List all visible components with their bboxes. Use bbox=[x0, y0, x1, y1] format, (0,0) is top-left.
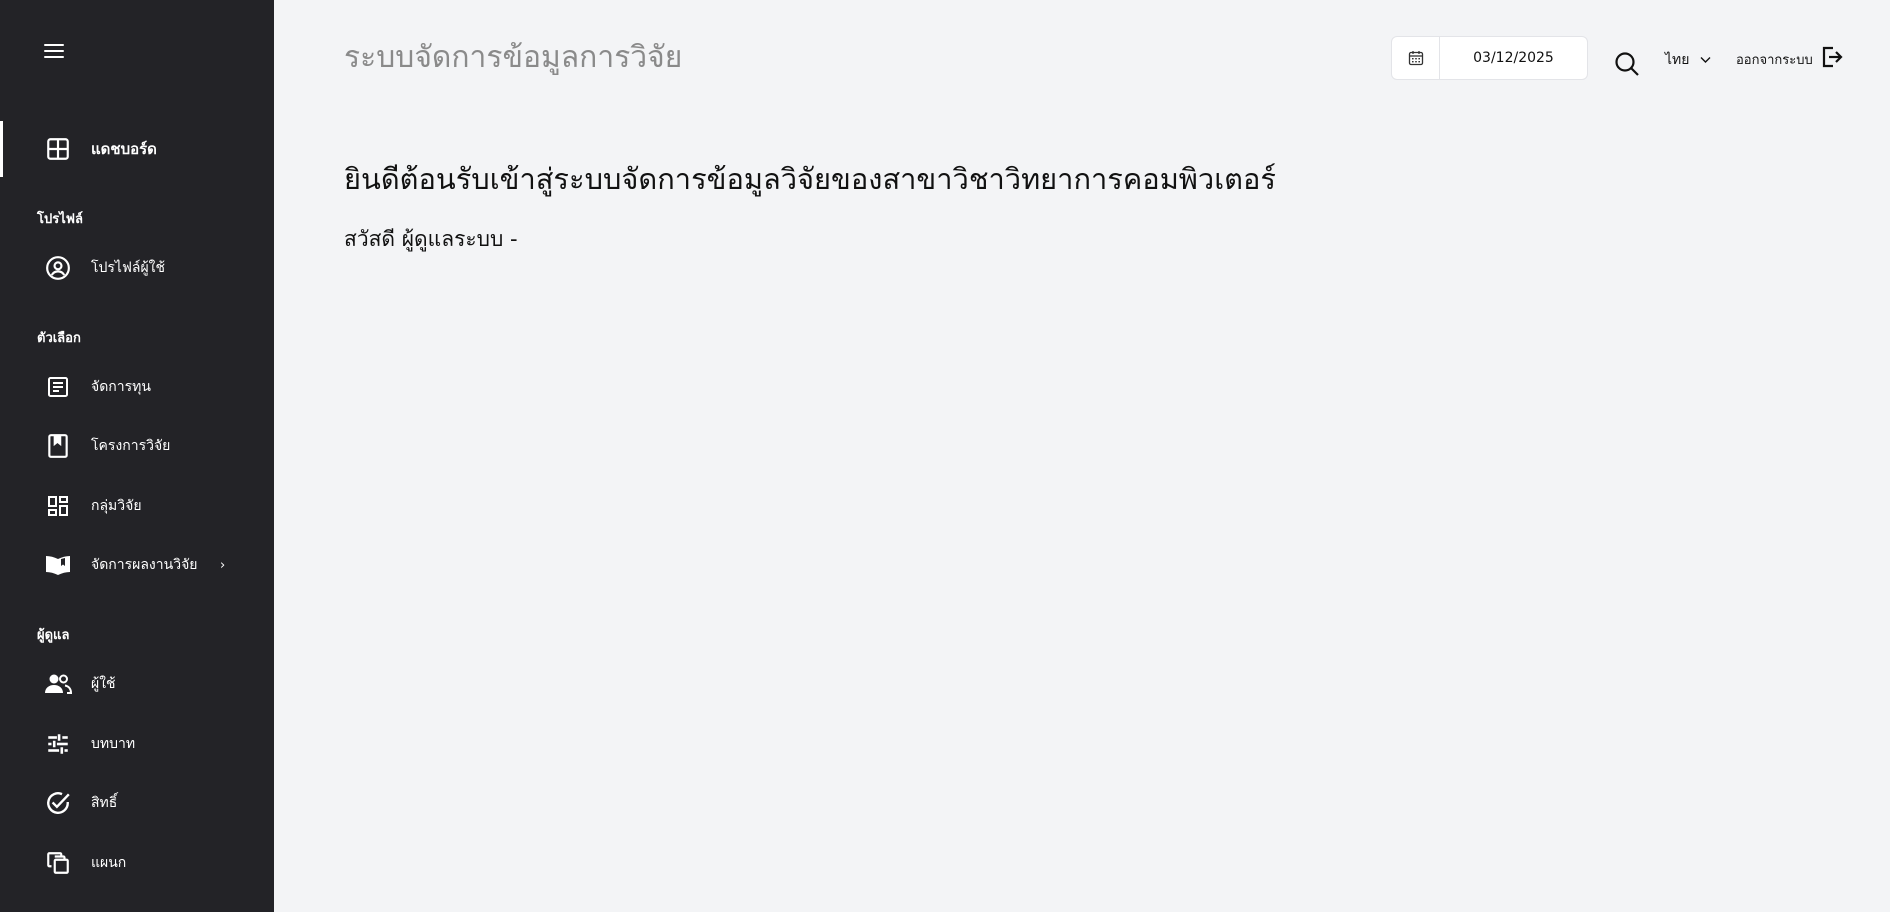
users-icon bbox=[44, 670, 72, 698]
logout-icon bbox=[1821, 45, 1843, 73]
user-circle-icon bbox=[44, 254, 72, 282]
logout-label: ออกจากระบบ bbox=[1736, 52, 1813, 68]
document-icon bbox=[44, 373, 72, 401]
dashboard-grid-icon bbox=[44, 135, 72, 163]
sidebar-item-label: ผู้ใช้ bbox=[91, 676, 116, 692]
sidebar-item-label: บทบาท bbox=[91, 736, 136, 752]
sidebar-item-label: จัดการผลงานวิจัย bbox=[91, 557, 198, 573]
sidebar-item-dashboard[interactable]: แดชบอร์ด bbox=[0, 121, 274, 177]
welcome-heading: ยินดีต้อนรับเข้าสู่ระบบจัดการข้อมูลวิจัย… bbox=[344, 162, 1276, 196]
section-title-profile: โปรไฟล์ bbox=[37, 212, 83, 227]
sliders-icon bbox=[44, 730, 72, 758]
language-label: ไทย bbox=[1665, 52, 1690, 68]
sidebar-item-permissions[interactable]: สิทธิ์ bbox=[0, 775, 274, 831]
sidebar-item-user-profile[interactable]: โปรไฟล์ผู้ใช้ bbox=[0, 240, 274, 296]
sidebar-item-label: โปรไฟล์ผู้ใช้ bbox=[91, 260, 165, 276]
chevron-right-icon: › bbox=[220, 557, 226, 573]
language-selector[interactable]: ไทย bbox=[1665, 49, 1711, 71]
sidebar-item-manage-funds[interactable]: จัดการทุน bbox=[0, 359, 274, 415]
section-title-admin: ผู้ดูแล bbox=[37, 628, 70, 643]
open-book-icon bbox=[44, 551, 72, 579]
sidebar-item-label: จัดการทุน bbox=[91, 379, 151, 395]
page-title: ระบบจัดการข้อมูลการวิจัย bbox=[344, 40, 683, 75]
section-title-options: ตัวเลือก bbox=[37, 331, 81, 346]
search-icon[interactable] bbox=[1613, 50, 1641, 78]
sidebar-item-roles[interactable]: บทบาท bbox=[0, 716, 274, 772]
date-picker[interactable]: 03/12/2025 bbox=[1391, 36, 1588, 80]
greeting-text: สวัสดี ผู้ดูแลระบบ - bbox=[344, 227, 518, 251]
sidebar-item-research-groups[interactable]: กลุ่มวิจัย bbox=[0, 478, 274, 534]
chevron-down-icon bbox=[1700, 52, 1711, 68]
main-content: ระบบจัดการข้อมูลการวิจัย 03/12/2025 ไทย … bbox=[274, 0, 1890, 912]
sidebar-item-users[interactable]: ผู้ใช้ bbox=[0, 656, 274, 712]
calendar-icon[interactable] bbox=[1392, 37, 1440, 79]
date-value[interactable]: 03/12/2025 bbox=[1440, 50, 1587, 66]
sidebar-item-label: โครงการวิจัย bbox=[91, 438, 171, 454]
dashboard-tiles-icon bbox=[44, 492, 72, 520]
sidebar-item-label: สิทธิ์ bbox=[91, 795, 118, 811]
sidebar-item-label: แผนก bbox=[91, 855, 127, 871]
bookmark-icon bbox=[44, 432, 72, 460]
sidebar-item-label: แดชบอร์ด bbox=[91, 140, 157, 158]
logout-button[interactable]: ออกจากระบบ bbox=[1736, 45, 1843, 73]
sidebar-item-departments[interactable]: แผนก bbox=[0, 835, 274, 891]
copy-icon bbox=[44, 849, 72, 877]
active-indicator bbox=[0, 121, 3, 177]
check-circle-icon bbox=[44, 789, 72, 817]
sidebar: แดชบอร์ด โปรไฟล์ โปรไฟล์ผู้ใช้ ตัวเลือก bbox=[0, 0, 274, 912]
hamburger-icon[interactable] bbox=[44, 44, 64, 58]
sidebar-item-label: กลุ่มวิจัย bbox=[91, 498, 142, 514]
sidebar-item-manage-outputs[interactable]: จัดการผลงานวิจัย › bbox=[0, 537, 274, 593]
sidebar-item-research-projects[interactable]: โครงการวิจัย bbox=[0, 418, 274, 474]
